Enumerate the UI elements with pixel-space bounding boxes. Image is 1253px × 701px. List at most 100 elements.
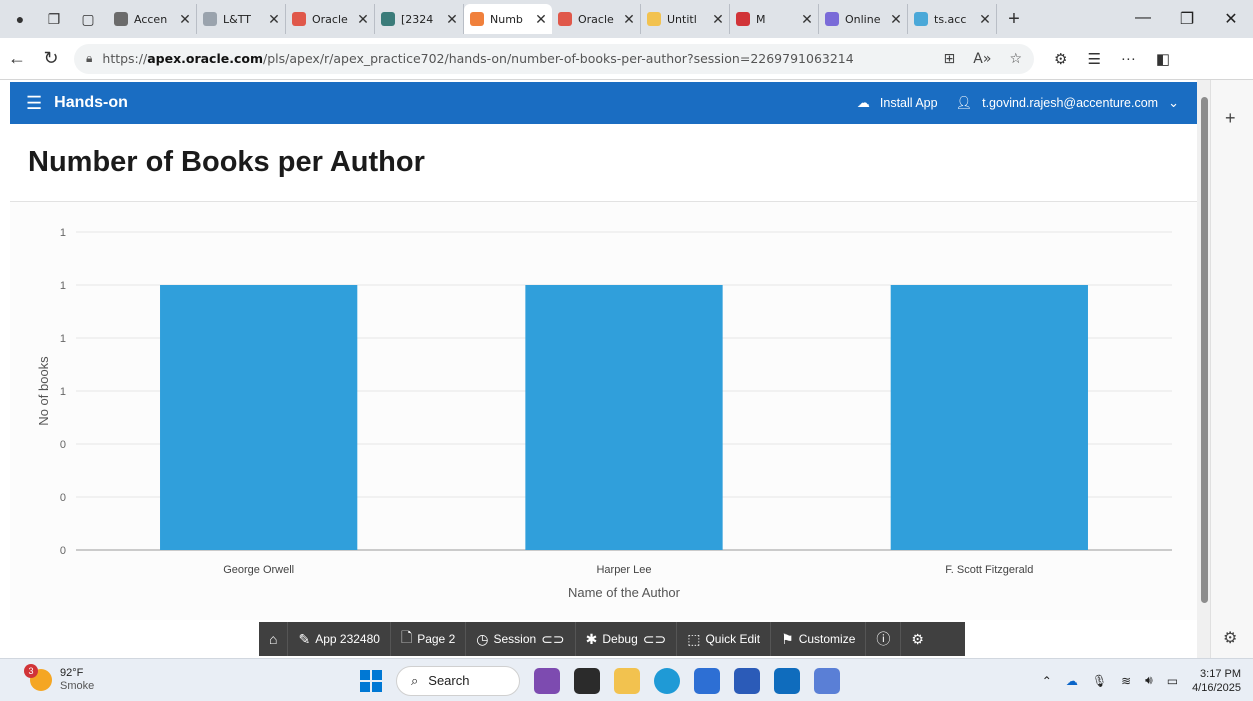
bar[interactable] (160, 285, 358, 550)
tab-favicon-icon (558, 12, 572, 26)
browser-tab[interactable]: L&TT ✕ (197, 4, 286, 34)
tab-close-icon[interactable]: ✕ (178, 11, 192, 28)
quick-edit-button[interactable]: ⬚ Quick Edit (677, 622, 772, 656)
outlook-app-icon[interactable] (774, 667, 800, 694)
y-tick-label: 0 (60, 545, 66, 557)
read-aloud-icon[interactable]: A» (973, 51, 991, 67)
browser-tab[interactable]: Accen ✕ (108, 4, 197, 34)
close-window-button[interactable]: ✕ (1209, 9, 1253, 29)
extensions-icon[interactable]: ⚙ (1054, 50, 1067, 68)
refresh-button[interactable]: ↻ (34, 48, 68, 69)
customize-button[interactable]: ⚑ Customize (771, 622, 867, 656)
x-axis-title: Name of the Author (568, 585, 681, 600)
bar[interactable] (890, 285, 1088, 550)
search-icon: ⌕ (411, 672, 419, 688)
bug-icon: ✱ (585, 630, 598, 647)
taskbar-search[interactable]: ⌕ Search (396, 665, 520, 696)
battery-icon[interactable]: ▭ (1167, 674, 1178, 688)
terminal-app-icon[interactable] (574, 667, 600, 694)
title-region: Number of Books per Author (10, 124, 1197, 202)
url-text: https://apex.oracle.com/pls/apex/r/apex_… (102, 51, 854, 66)
tab-title: Numb (490, 12, 523, 26)
workspaces-icon[interactable]: ❐ (40, 5, 68, 33)
y-tick-label: 1 (60, 227, 66, 239)
sidebar-settings-icon[interactable]: ⚙ (1223, 628, 1237, 648)
page-button[interactable]: 🗋︎ Page 2 (391, 622, 467, 656)
tab-close-icon[interactable]: ✕ (889, 11, 903, 28)
app-name[interactable]: Hands-on (54, 94, 128, 112)
browser-tab[interactable]: M ✕ (730, 4, 819, 34)
tab-title: M (756, 12, 766, 26)
tab-favicon-icon (470, 12, 484, 26)
temperature: 92°F (60, 667, 84, 679)
new-tab-button[interactable]: + (997, 8, 1031, 31)
chevron-up-icon[interactable]: ⌃ (1042, 674, 1052, 688)
browser-tab[interactable]: ts.acc ✕ (908, 4, 997, 34)
tab-close-icon[interactable]: ✕ (711, 11, 725, 28)
url-field[interactable]: 🔒︎ https://apex.oracle.com/pls/apex/r/ap… (74, 43, 1034, 74)
info-icon: ⓘ (876, 631, 891, 647)
start-button[interactable] (360, 669, 382, 692)
app-button[interactable]: ✎ App 232480 (288, 622, 391, 656)
browser-tab[interactable]: Numb ✕ (464, 4, 552, 34)
browser-tab[interactable]: Online ✕ (819, 4, 908, 34)
customize-icon: ⚑ (781, 630, 794, 647)
session-button[interactable]: ◷ Session ⊂⊃ (466, 622, 576, 656)
page-label: Page 2 (417, 632, 456, 646)
profile-icon[interactable]: ● (6, 5, 34, 33)
tab-favicon-icon (381, 12, 395, 26)
clock[interactable]: 3:17 PM 4/16/2025 (1192, 667, 1241, 695)
session-label: Session (493, 632, 537, 646)
wifi-icon[interactable]: ≋ (1121, 674, 1131, 688)
browser-tab[interactable]: Oracle ✕ (552, 4, 641, 34)
tab-close-icon[interactable]: ✕ (978, 11, 992, 28)
widgets-app-icon[interactable] (534, 667, 560, 694)
browser-tab[interactable]: [2324 ✕ (375, 4, 464, 34)
tab-close-icon[interactable]: ✕ (267, 11, 281, 28)
app-available-icon[interactable]: ⊞ (944, 51, 956, 67)
chevron-down-icon[interactable]: ⌄ (1168, 95, 1179, 111)
tab-close-icon[interactable]: ✕ (800, 11, 814, 28)
install-app-link[interactable]: Install App (880, 96, 938, 110)
site-info-icon[interactable]: 🔒︎ (86, 51, 92, 66)
store-app-icon[interactable] (694, 667, 720, 694)
system-tray: ⌃ ☁ 🎙︎ ≋ 🔊︎ ▭ 3:17 PM 4/16/2025 (1042, 659, 1241, 701)
user-menu[interactable]: t.govind.rajesh@accenture.com (982, 96, 1158, 110)
favorite-star-icon[interactable]: ☆ (1009, 51, 1022, 67)
debug-button[interactable]: ✱ Debug ⊂⊃ (576, 622, 678, 656)
home-button[interactable]: ⌂ (259, 622, 289, 656)
restore-button[interactable]: ❐ (1165, 9, 1209, 29)
info-button[interactable]: ⓘ (866, 622, 902, 656)
remote-desktop-icon[interactable] (814, 667, 840, 694)
edge-browser-icon[interactable] (654, 667, 680, 694)
tab-title: Oracle (578, 12, 614, 26)
tab-close-icon[interactable]: ✕ (356, 11, 370, 28)
tab-actions-icon[interactable]: ▢ (74, 5, 102, 33)
tab-close-icon[interactable]: ✕ (534, 11, 548, 28)
minimize-button[interactable]: — (1121, 9, 1165, 29)
browser-tab[interactable]: Oracle ✕ (286, 4, 375, 34)
browser-tab[interactable]: Untitl ✕ (641, 4, 730, 34)
menu-icon[interactable]: ☰ (26, 93, 42, 114)
favorites-icon[interactable]: ☰ (1087, 50, 1100, 68)
apex-header: ☰ Hands-on ☁ Install App 👤︎ t.govind.raj… (10, 82, 1197, 124)
file-explorer-icon[interactable] (614, 667, 640, 694)
onedrive-icon[interactable]: ☁ (1066, 674, 1078, 688)
weather-widget[interactable]: 3 92°F Smoke (24, 664, 94, 693)
volume-icon[interactable]: 🔊︎ (1145, 673, 1153, 688)
settings-button[interactable]: ⚙ (901, 622, 934, 656)
apex-page: ☰ Hands-on ☁ Install App 👤︎ t.govind.raj… (10, 80, 1197, 658)
tab-favicon-icon (736, 12, 750, 26)
microphone-icon[interactable]: 🎙︎ (1092, 674, 1107, 688)
back-button[interactable]: ← (0, 48, 34, 69)
sidebar-toggle-icon[interactable]: ◧ (1156, 50, 1170, 68)
tab-title: ts.acc (934, 12, 967, 26)
tab-close-icon[interactable]: ✕ (622, 11, 636, 28)
more-options-icon[interactable]: ··· (1121, 50, 1136, 67)
tab-close-icon[interactable]: ✕ (445, 11, 459, 28)
edit-icon: ✎ (298, 630, 311, 647)
bar[interactable] (525, 285, 723, 550)
word-app-icon[interactable] (734, 667, 760, 694)
scrollbar-thumb[interactable] (1201, 97, 1208, 603)
add-sidebar-app-icon[interactable]: + (1225, 108, 1236, 129)
